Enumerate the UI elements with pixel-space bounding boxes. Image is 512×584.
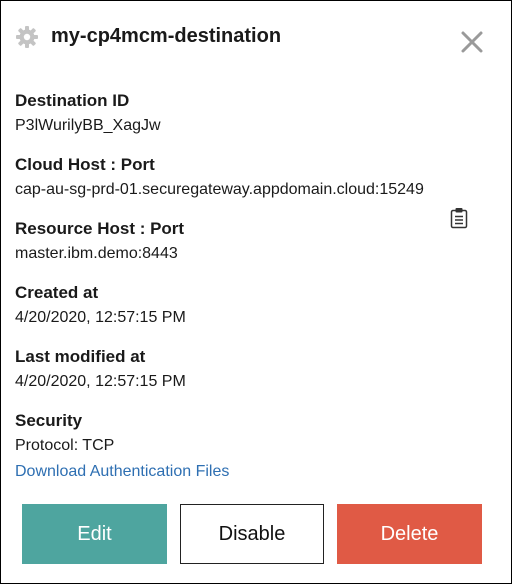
resource-host-value: master.ibm.demo:8443: [15, 245, 178, 262]
delete-button[interactable]: Delete: [337, 504, 482, 564]
resource-host-label: Resource Host : Port: [15, 219, 185, 238]
destination-details-panel: my-cp4mcm-destination Destination ID P3l…: [0, 0, 512, 584]
security-label: Security: [15, 411, 83, 430]
cloud-host-value: cap-au-sg-prd-01.securegateway.appdomain…: [15, 181, 424, 198]
destination-id-label: Destination ID: [15, 91, 130, 110]
created-at-value: 4/20/2020, 12:57:15 PM: [15, 309, 186, 326]
last-modified-value: 4/20/2020, 12:57:15 PM: [15, 373, 186, 390]
last-modified-field: Last modified at 4/20/2020, 12:57:15 PM: [15, 346, 186, 392]
download-authentication-files-link[interactable]: Download Authentication Files: [15, 461, 229, 482]
disable-button[interactable]: Disable: [180, 504, 324, 564]
resource-host-field: Resource Host : Port master.ibm.demo:844…: [15, 218, 184, 264]
security-field: Security Protocol: TCP: [15, 410, 114, 456]
panel-header: my-cp4mcm-destination: [1, 1, 511, 71]
last-modified-label: Last modified at: [15, 347, 146, 366]
cloud-host-field: Cloud Host : Port cap-au-sg-prd-01.secur…: [15, 154, 424, 200]
gear-icon: [15, 25, 39, 49]
created-at-field: Created at 4/20/2020, 12:57:15 PM: [15, 282, 186, 328]
clipboard-icon[interactable]: [449, 207, 469, 229]
created-at-label: Created at: [15, 283, 99, 302]
destination-id-value: P3lWurilyBB_XagJw: [15, 117, 161, 134]
edit-button[interactable]: Edit: [22, 504, 167, 564]
protocol-value: Protocol: TCP: [15, 437, 115, 454]
cloud-host-label: Cloud Host : Port: [15, 155, 155, 174]
panel-title: my-cp4mcm-destination: [51, 25, 282, 47]
close-icon[interactable]: [459, 29, 485, 55]
destination-id-field: Destination ID P3lWurilyBB_XagJw: [15, 90, 161, 136]
